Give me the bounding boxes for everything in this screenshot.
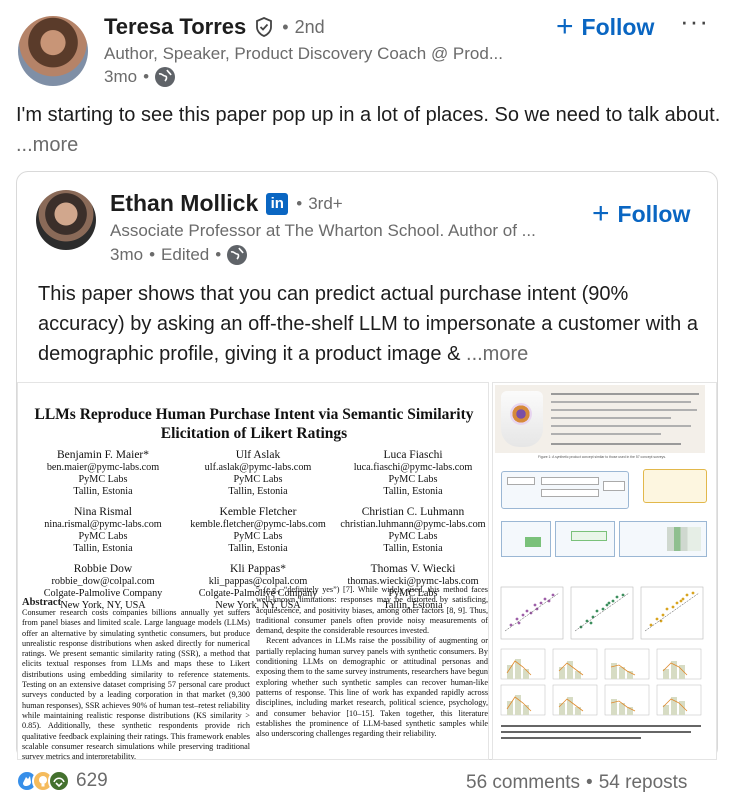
more-options-icon[interactable]: ··· <box>680 6 709 37</box>
follow-label: Follow <box>617 200 691 227</box>
avatar-ethan[interactable] <box>36 190 96 250</box>
plus-icon: + <box>592 197 610 230</box>
shared-see-more-link[interactable]: ...more <box>466 343 528 365</box>
paper-title-line1: LLMs Reproduce Human Purchase Intent via… <box>34 406 474 423</box>
dot-separator: • <box>143 67 150 86</box>
paper-title-line2: Elicitation of Likert Ratings <box>160 425 348 442</box>
dot-separator: • <box>586 772 593 793</box>
author-name[interactable]: Teresa Torres <box>104 14 246 40</box>
shared-author-headline: Associate Professor at The Wharton Schoo… <box>110 221 536 240</box>
post-text: I'm starting to see this paper pop up in… <box>16 104 721 126</box>
figure-image[interactable]: Figure 1: A synthetic product concept si… <box>492 382 717 760</box>
globe-icon <box>155 67 176 87</box>
results-figure <box>497 575 713 755</box>
follow-button[interactable]: + Follow <box>556 12 654 42</box>
globe-icon <box>227 245 248 265</box>
dot-separator: • <box>215 245 222 264</box>
dot-separator: • <box>282 16 289 37</box>
paper-author: Christian C. Luhmann christian.luhmann@py… <box>340 506 486 554</box>
paper-image[interactable]: LLMs Reproduce Human Purchase Intent via… <box>17 382 489 760</box>
see-more-link[interactable]: ...more <box>16 134 78 156</box>
paper-author: Luca Fiaschi luca.fiaschi@pymc-labs.com Py… <box>353 449 473 497</box>
product-bottle-image <box>501 391 543 447</box>
support-icon <box>48 770 70 792</box>
author-headline: Author, Speaker, Product Discovery Coach… <box>104 44 504 63</box>
comments-link[interactable]: 56 comments <box>466 772 580 794</box>
reactions-summary[interactable]: 629 <box>16 770 108 792</box>
post-time: 3mo <box>104 67 138 86</box>
reactions-count: 629 <box>76 770 108 791</box>
paper-author: Benjamin F. Maier* ben.maier@pymc-labs.co… <box>46 449 160 497</box>
method-diagram <box>499 465 709 565</box>
body-text: 5 (e.g., “definitely yes”) [7]. While wi… <box>256 585 488 636</box>
body-text: Recent advances in LLMs raise the possib… <box>256 636 488 739</box>
shared-author-name[interactable]: Ethan Mollick <box>110 190 258 217</box>
abstract-text: Consumer research costs companies billio… <box>22 608 250 760</box>
shared-follow-button[interactable]: + Follow <box>592 199 690 229</box>
edited-label: Edited <box>161 245 210 264</box>
paper-author: Kemble Fletcher kemble.fletcher@pymc-labs… <box>190 506 326 554</box>
plus-icon: + <box>556 10 574 43</box>
connection-degree: 2nd <box>294 16 325 37</box>
shared-connection-degree: 3rd+ <box>308 193 343 213</box>
product-concept-figure <box>495 385 705 453</box>
shared-post-text: This paper shows that you can predict ac… <box>38 283 698 365</box>
verified-shield-icon <box>254 17 274 37</box>
dot-separator: • <box>296 193 303 213</box>
shared-post-time: 3mo <box>110 245 144 264</box>
follow-label: Follow <box>581 13 655 40</box>
linkedin-icon: in <box>266 192 289 215</box>
abstract-heading: Abstract <box>22 597 62 608</box>
dot-separator: • <box>149 245 156 264</box>
figure-caption: Figure 1: A synthetic product concept si… <box>538 455 666 459</box>
reposts-link[interactable]: 54 reposts <box>599 772 688 794</box>
paper-author: Nina Rismal nina.rismal@pymc-labs.com PyMC… <box>44 506 162 554</box>
paper-author: Ulf Aslak ulf.aslak@pymc-labs.com PyMC Lab… <box>204 449 312 497</box>
avatar-teresa[interactable] <box>18 16 88 86</box>
